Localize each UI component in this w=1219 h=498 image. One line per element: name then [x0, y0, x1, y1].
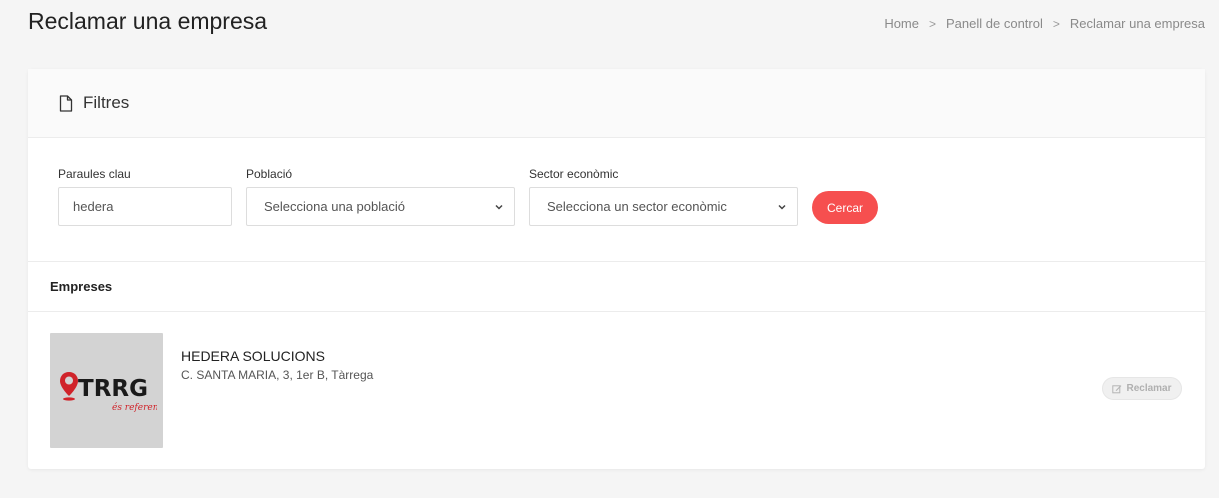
filters-title: Filtres	[83, 93, 130, 112]
claim-button-label: Reclamar	[1126, 383, 1172, 394]
logo-text: TRRG	[78, 376, 148, 402]
filters-header: Filtres	[28, 69, 1205, 138]
results-header: Empreses	[28, 261, 1205, 312]
breadcrumb-dashboard[interactable]: Panell de control	[946, 16, 1043, 31]
chevron-down-icon	[778, 204, 786, 210]
company-logo: TRRG és referent	[50, 333, 163, 448]
claim-button[interactable]: Reclamar	[1102, 377, 1182, 400]
results-title: Empreses	[50, 279, 113, 294]
population-label: Població	[246, 167, 293, 181]
sector-select-value: Selecciona un sector econòmic	[547, 199, 727, 214]
keywords-label: Paraules clau	[58, 167, 131, 181]
breadcrumb-current: Reclamar una empresa	[1069, 16, 1205, 31]
breadcrumb-separator: >	[1052, 16, 1060, 31]
breadcrumb: Home > Panell de control > Reclamar una …	[884, 16, 1205, 31]
trrg-logo-image: TRRG és referent	[59, 371, 157, 413]
population-select[interactable]: Selecciona una població	[246, 187, 515, 226]
logo-tagline: és referent	[112, 402, 157, 413]
document-icon	[59, 94, 73, 112]
breadcrumb-home[interactable]: Home	[884, 16, 919, 31]
sector-select[interactable]: Selecciona un sector econòmic	[529, 187, 798, 226]
page-title: Reclamar una empresa	[28, 8, 268, 34]
chevron-down-icon	[495, 204, 503, 210]
edit-icon	[1112, 384, 1122, 393]
breadcrumb-separator: >	[929, 16, 937, 31]
sector-label: Sector econòmic	[529, 167, 619, 181]
search-button[interactable]: Cercar	[812, 191, 878, 224]
claim-company-card: Filtres Paraules clau Població Seleccion…	[28, 69, 1205, 469]
company-address: C. SANTA MARIA, 3, 1er B, Tàrrega	[181, 368, 374, 382]
company-name: HEDERA SOLUCIONS	[181, 348, 325, 364]
keywords-input[interactable]	[58, 187, 232, 226]
population-select-value: Selecciona una població	[264, 199, 405, 214]
